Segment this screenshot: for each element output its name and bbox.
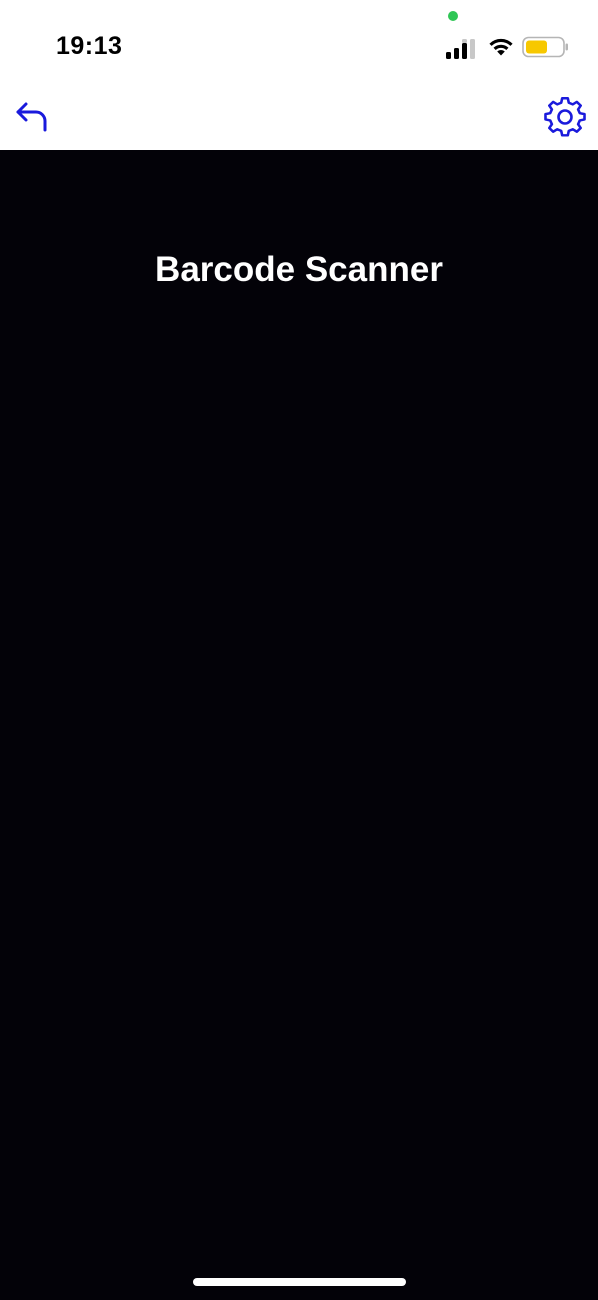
wifi-icon: [489, 38, 513, 56]
privacy-indicator-dot: [448, 11, 458, 21]
gear-icon[interactable]: [544, 96, 586, 138]
battery-fill: [526, 40, 547, 54]
page-title: Barcode Scanner: [155, 250, 443, 289]
navigation-bar: [0, 84, 598, 150]
back-arrow-icon[interactable]: [12, 98, 52, 134]
camera-viewfinder[interactable]: Barcode Scanner: [0, 150, 598, 1300]
battery-icon: [522, 36, 568, 58]
status-bar: 19:13: [0, 0, 598, 84]
cellular-signal-icon: [446, 39, 475, 59]
status-time: 19:13: [56, 32, 123, 60]
home-indicator[interactable]: [193, 1278, 406, 1286]
